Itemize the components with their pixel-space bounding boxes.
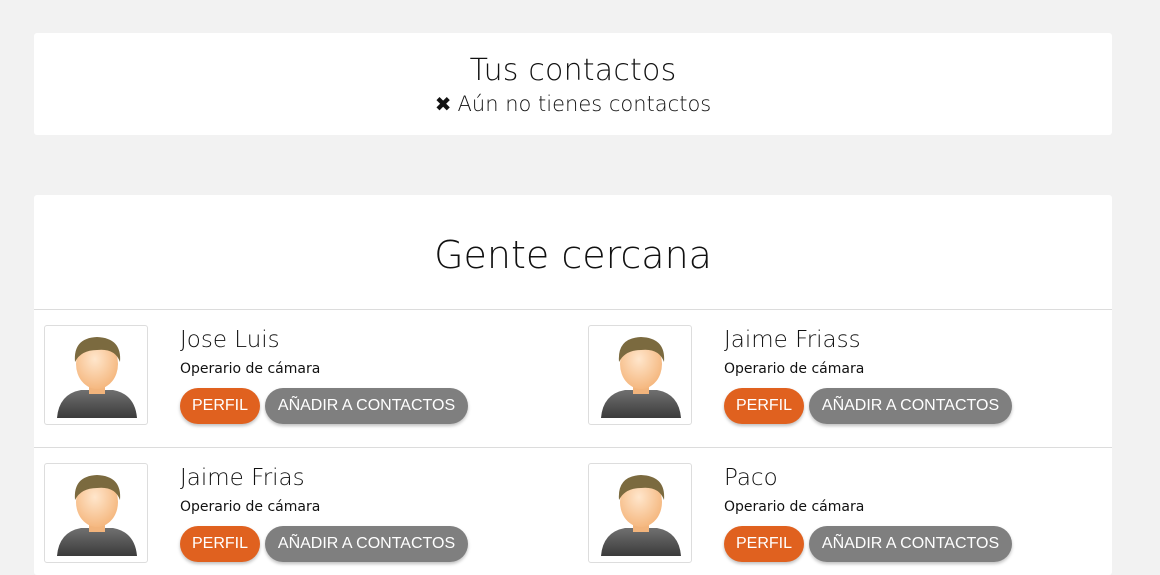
- person-name: Paco: [724, 465, 778, 491]
- person-name: Jaime Friass: [724, 327, 861, 353]
- profile-button[interactable]: PERFIL: [724, 388, 804, 424]
- contacts-empty-message: ✖ Aún no tienes contactos: [34, 92, 1112, 116]
- add-contact-button[interactable]: AÑADIR A CONTACTOS: [265, 388, 468, 424]
- person-card: Paco Operario de cámara PERFIL AÑADIR A …: [588, 463, 1118, 573]
- user-avatar-icon: [601, 337, 681, 418]
- avatar: [588, 463, 692, 563]
- person-card: Jose Luis Operario de cámara PERFIL AÑAD…: [44, 325, 574, 435]
- nearby-people-card: Gente cercana Jose Luis Operario de cáma…: [34, 195, 1112, 575]
- avatar: [588, 325, 692, 425]
- nearby-title: Gente cercana: [434, 233, 712, 277]
- user-avatar-icon: [57, 337, 137, 418]
- close-icon: ✖: [434, 92, 452, 116]
- contacts-empty-text: Aún no tienes contactos: [457, 92, 712, 116]
- avatar: [44, 325, 148, 425]
- divider: [34, 447, 1112, 448]
- person-card: Jaime Frias Operario de cámara PERFIL AÑ…: [44, 463, 574, 573]
- add-contact-button[interactable]: AÑADIR A CONTACTOS: [809, 388, 1012, 424]
- person-role: Operario de cámara: [724, 361, 865, 377]
- person-card: Jaime Friass Operario de cámara PERFIL A…: [588, 325, 1118, 435]
- user-avatar-icon: [57, 475, 137, 556]
- person-name: Jaime Frias: [180, 465, 305, 491]
- profile-button[interactable]: PERFIL: [180, 526, 260, 562]
- person-name: Jose Luis: [180, 327, 280, 353]
- user-avatar-icon: [601, 475, 681, 556]
- divider: [34, 309, 1112, 310]
- contacts-card: Tus contactos ✖ Aún no tienes contactos: [34, 33, 1112, 135]
- profile-button[interactable]: PERFIL: [180, 388, 260, 424]
- person-role: Operario de cámara: [180, 361, 321, 377]
- person-role: Operario de cámara: [180, 499, 321, 515]
- profile-button[interactable]: PERFIL: [724, 526, 804, 562]
- add-contact-button[interactable]: AÑADIR A CONTACTOS: [809, 526, 1012, 562]
- person-role: Operario de cámara: [724, 499, 865, 515]
- avatar: [44, 463, 148, 563]
- contacts-title: Tus contactos: [469, 53, 677, 88]
- add-contact-button[interactable]: AÑADIR A CONTACTOS: [265, 526, 468, 562]
